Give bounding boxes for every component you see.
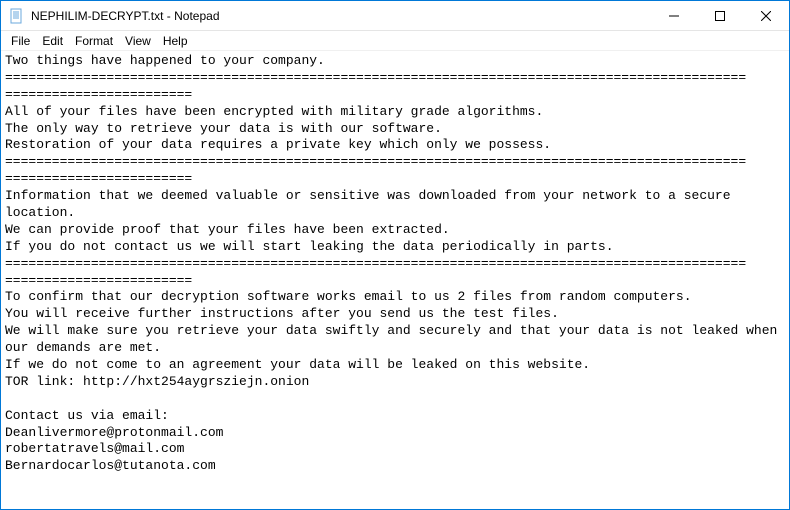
minimize-button[interactable] [651, 1, 697, 30]
menu-help[interactable]: Help [157, 32, 194, 50]
menu-format[interactable]: Format [69, 32, 119, 50]
window-title: NEPHILIM-DECRYPT.txt - Notepad [31, 9, 651, 23]
menubar: File Edit Format View Help [1, 31, 789, 51]
text-content[interactable]: Two things have happened to your company… [1, 51, 789, 509]
notepad-window: NEPHILIM-DECRYPT.txt - Notepad File Edit… [0, 0, 790, 510]
menu-file[interactable]: File [5, 32, 36, 50]
maximize-button[interactable] [697, 1, 743, 30]
window-controls [651, 1, 789, 30]
titlebar: NEPHILIM-DECRYPT.txt - Notepad [1, 1, 789, 31]
close-button[interactable] [743, 1, 789, 30]
notepad-icon [9, 8, 25, 24]
menu-edit[interactable]: Edit [36, 32, 69, 50]
menu-view[interactable]: View [119, 32, 157, 50]
